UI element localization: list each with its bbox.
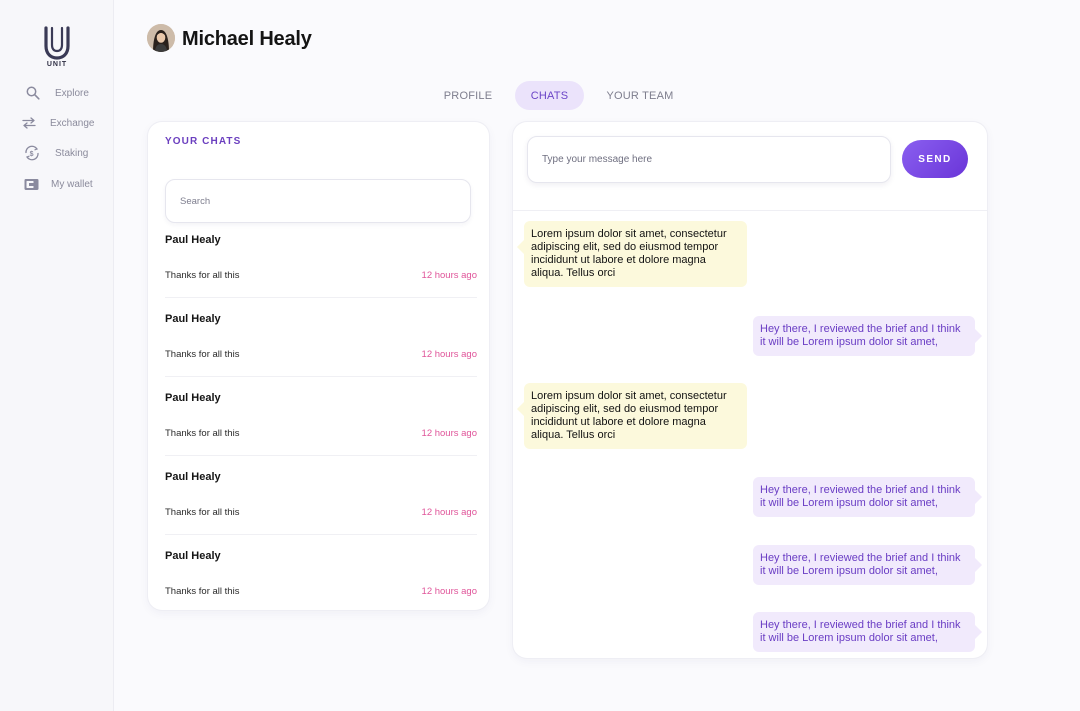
send-button[interactable]: SEND <box>902 140 968 178</box>
sidebar: UNIT Explore Exchange $ Staking My walle… <box>0 0 114 711</box>
chat-contact-name: Paul Healy <box>165 471 221 483</box>
sidebar-item-staking[interactable]: $ Staking <box>20 142 110 164</box>
outgoing-message: Hey there, I reviewed the brief and I th… <box>753 545 982 585</box>
sidebar-item-explore[interactable]: Explore <box>20 82 110 104</box>
chat-contact-name: Paul Healy <box>165 313 221 325</box>
divider <box>165 297 477 298</box>
outgoing-message: Hey there, I reviewed the brief and I th… <box>753 316 982 356</box>
staking-coin-icon: $ <box>23 144 41 162</box>
chat-list-item[interactable]: Paul Healy Thanks for all this 12 hours … <box>165 313 477 392</box>
incoming-message: Lorem ipsum dolor sit amet, consectetur … <box>517 383 747 449</box>
chat-list-panel: YOUR CHATS Paul Healy Thanks for all thi… <box>148 122 489 610</box>
chat-timestamp: 12 hours ago <box>421 507 477 518</box>
tab-your-team[interactable]: YOUR TEAM <box>601 81 679 110</box>
message-input[interactable] <box>528 137 890 182</box>
chat-contact-name: Paul Healy <box>165 234 221 246</box>
chat-contact-name: Paul Healy <box>165 392 221 404</box>
svg-text:$: $ <box>30 151 34 158</box>
chat-list-item[interactable]: Paul Healy Thanks for all this 12 hours … <box>165 392 477 471</box>
page-title: Michael Healy <box>182 28 312 50</box>
unit-logo-mark-icon <box>44 26 70 60</box>
sidebar-item-label: Staking <box>55 147 89 159</box>
chat-preview: Thanks for all this <box>165 349 240 360</box>
logo-text: UNIT <box>46 61 68 68</box>
divider <box>165 455 477 456</box>
message-field[interactable] <box>527 136 891 183</box>
chat-timestamp: 12 hours ago <box>421 349 477 360</box>
chat-preview: Thanks for all this <box>165 428 240 439</box>
sidebar-item-label: My wallet <box>51 178 93 190</box>
chat-contact-name: Paul Healy <box>165 550 221 562</box>
conversation-panel: SEND Lorem ipsum dolor sit amet, consect… <box>513 122 987 658</box>
chat-timestamp: 12 hours ago <box>421 586 477 597</box>
exchange-arrows-icon <box>20 114 38 132</box>
outgoing-message: Hey there, I reviewed the brief and I th… <box>753 612 982 652</box>
chat-timestamp: 12 hours ago <box>421 270 477 281</box>
unit-logo[interactable]: UNIT <box>43 26 71 70</box>
user-avatar-icon <box>147 24 175 52</box>
chat-preview: Thanks for all this <box>165 270 240 281</box>
sidebar-item-label: Exchange <box>50 117 95 129</box>
chat-timestamp: 12 hours ago <box>421 428 477 439</box>
search-field[interactable] <box>165 179 471 223</box>
chat-list-item[interactable]: Paul Healy Thanks for all this 12 hours … <box>165 550 477 629</box>
divider <box>165 534 477 535</box>
divider <box>513 210 987 211</box>
chat-list-item[interactable]: Paul Healy Thanks for all this 12 hours … <box>165 234 477 313</box>
incoming-message: Lorem ipsum dolor sit amet, consectetur … <box>517 221 747 287</box>
outgoing-message: Hey there, I reviewed the brief and I th… <box>753 477 982 517</box>
tab-chats[interactable]: CHATS <box>515 81 584 110</box>
search-icon <box>24 84 42 102</box>
chat-preview: Thanks for all this <box>165 586 240 597</box>
chat-list-item[interactable]: Paul Healy Thanks for all this 12 hours … <box>165 471 477 550</box>
avatar[interactable] <box>147 24 175 52</box>
chat-list-heading: YOUR CHATS <box>165 136 242 147</box>
sidebar-item-exchange[interactable]: Exchange <box>20 112 110 134</box>
tab-profile[interactable]: PROFILE <box>437 81 499 110</box>
chat-preview: Thanks for all this <box>165 507 240 518</box>
divider <box>165 376 477 377</box>
sidebar-item-my-wallet[interactable]: My wallet <box>20 173 110 195</box>
sidebar-item-label: Explore <box>55 87 89 99</box>
search-input[interactable] <box>166 180 470 222</box>
wallet-icon <box>22 175 40 193</box>
